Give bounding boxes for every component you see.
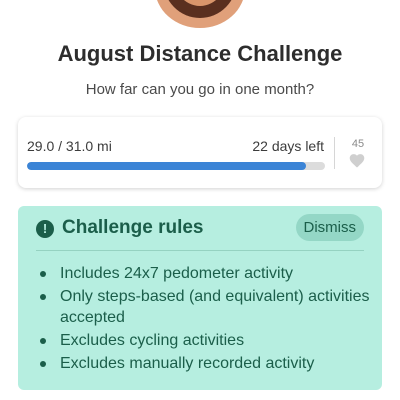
bullet-icon: [40, 294, 46, 300]
rule-item: Excludes manually recorded activity: [40, 353, 370, 374]
bullet-icon: [40, 338, 46, 344]
rule-item: Includes 24x7 pedometer activity: [40, 263, 370, 284]
challenge-title: August Distance Challenge: [57, 41, 343, 66]
heart-icon[interactable]: [348, 152, 366, 168]
challenge-badge-image: [155, 0, 245, 28]
challenge-subtitle: How far can you go in one month?: [85, 81, 315, 98]
rules-divider: [36, 250, 364, 251]
progress-bar-fill: [27, 162, 306, 170]
rule-item: Only steps-based (and equivalent) activi…: [40, 286, 370, 328]
challenge-rules-card: ! Challenge rules Dismiss Includes 24x7 …: [18, 206, 382, 390]
challenge-screen: August Distance Challenge How far can yo…: [0, 0, 400, 400]
rule-text: Excludes cycling activities: [60, 332, 245, 349]
days-left-text: 22 days left: [252, 138, 324, 154]
rules-title: Challenge rules: [62, 217, 204, 238]
progress-bar: [27, 162, 325, 170]
progress-card: 29.0 / 31.0 mi 22 days left 45: [18, 117, 382, 188]
rule-text: Includes 24x7 pedometer activity: [60, 265, 294, 282]
rule-item: Excludes cycling activities: [40, 330, 370, 351]
rules-list: Includes 24x7 pedometer activity Only st…: [40, 263, 370, 376]
rule-text: Only steps-based (and equivalent) activi…: [60, 288, 370, 326]
distance-progress-text: 29.0 / 31.0 mi: [27, 138, 112, 154]
info-icon: !: [36, 220, 54, 238]
bullet-icon: [40, 271, 46, 277]
bullet-icon: [40, 361, 46, 367]
rule-text: Excludes manually recorded activity: [60, 355, 315, 372]
like-count: 45: [351, 138, 365, 150]
dismiss-button[interactable]: Dismiss: [295, 214, 364, 241]
card-divider: [334, 137, 335, 169]
